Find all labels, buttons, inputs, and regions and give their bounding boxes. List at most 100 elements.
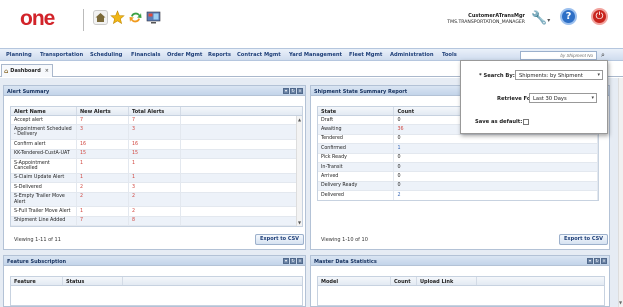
count-cell[interactable]: 0 xyxy=(394,153,598,163)
page-scrollbar[interactable] xyxy=(618,78,623,307)
nav-order-mgmt[interactable]: Order Mgmt xyxy=(167,52,202,58)
nav-administration[interactable]: Administration xyxy=(390,52,434,58)
table-row[interactable]: Tendered 0 xyxy=(318,134,598,145)
new-alerts-cell[interactable]: 1 xyxy=(77,173,129,183)
logout-power-icon[interactable]: ⏻ xyxy=(591,8,608,25)
col-state[interactable]: State xyxy=(318,107,395,115)
table-row[interactable]: S-Appointment Cancelled 1 1 xyxy=(11,159,302,174)
table-row[interactable]: Pick Ready 0 xyxy=(318,153,598,164)
count-cell[interactable]: 2 xyxy=(394,191,598,200)
new-alerts-cell[interactable]: 2 xyxy=(77,183,129,192)
scroll-down-icon[interactable]: ▼ xyxy=(297,220,302,225)
search-icon[interactable]: ⌕ xyxy=(598,51,608,60)
close-icon[interactable]: × xyxy=(297,258,303,264)
table-row[interactable]: Confirm alert 16 16 xyxy=(11,140,302,150)
shipment-search-input[interactable] xyxy=(520,51,597,60)
table-row[interactable]: Confirmed 1 xyxy=(318,144,598,154)
col-total-alerts[interactable]: Total Alerts xyxy=(129,107,181,115)
refresh-icon[interactable]: ↻ xyxy=(290,258,296,264)
col-new-alerts[interactable]: New Alerts xyxy=(77,107,129,115)
new-alerts-cell[interactable]: 3 xyxy=(77,125,129,140)
count-cell[interactable]: 1 xyxy=(394,144,598,153)
screen-icon[interactable] xyxy=(146,10,161,25)
nav-contract-mgmt[interactable]: Contract Mgmt xyxy=(237,52,281,58)
table-row[interactable]: KK-Tendered-CustA-UAT 15 15 xyxy=(11,149,302,160)
total-alerts-cell[interactable]: 2 xyxy=(129,192,181,207)
table-row[interactable]: S-Delivered 2 3 xyxy=(11,183,302,193)
brand-logo[interactable]: one xyxy=(20,7,55,31)
table-row[interactable]: Shipment Line Added 7 8 xyxy=(11,216,302,226)
total-alerts-cell[interactable]: 7 xyxy=(129,116,181,125)
tab-dashboard[interactable]: ⌂ Dashboard × xyxy=(1,64,53,77)
nav-transportation[interactable]: Transportation xyxy=(40,52,83,58)
shipment-export-csv-button[interactable]: Export to CSV xyxy=(559,234,609,245)
total-alerts-cell[interactable]: 3 xyxy=(129,183,181,192)
chevron-down-icon: ▾ xyxy=(591,95,594,101)
new-alerts-cell[interactable]: 7 xyxy=(77,216,129,226)
alert-export-csv-button[interactable]: Export to CSV xyxy=(255,234,305,245)
count-cell[interactable]: 0 xyxy=(394,172,598,181)
new-alerts-cell[interactable]: 15 xyxy=(77,149,129,159)
nav-reports[interactable]: Reports xyxy=(208,52,231,58)
total-alerts-cell[interactable]: 3 xyxy=(129,125,181,140)
nav-tools[interactable]: Tools xyxy=(442,52,457,58)
refresh-icon[interactable] xyxy=(128,10,143,25)
table-row[interactable]: Arrived 0 xyxy=(318,172,598,182)
home-icon[interactable] xyxy=(93,10,108,25)
new-alerts-cell[interactable]: 16 xyxy=(77,140,129,149)
close-icon[interactable]: × xyxy=(601,258,607,264)
total-alerts-cell[interactable]: 15 xyxy=(129,149,181,159)
new-alerts-cell[interactable]: 1 xyxy=(77,159,129,173)
col-upload-link[interactable]: Upload Link xyxy=(417,277,477,285)
settings-wrench-icon[interactable]: 🔧▾ xyxy=(531,11,550,26)
new-alerts-cell[interactable]: 2 xyxy=(77,192,129,207)
star-icon[interactable] xyxy=(110,10,125,25)
nav-financials[interactable]: Financials xyxy=(131,52,160,58)
nav-yard-management[interactable]: Yard Management xyxy=(289,52,342,58)
table-row[interactable]: Appointment Scheduled - Delivery 3 3 xyxy=(11,125,302,141)
table-row[interactable]: test111 xyxy=(11,226,302,227)
scroll-up-icon[interactable]: ▲ xyxy=(297,117,302,122)
table-row[interactable]: Delivered 2 xyxy=(318,191,598,200)
minimize-icon[interactable]: ▾ xyxy=(587,258,593,264)
alert-grid-scrollbar[interactable]: ▲ ▼ xyxy=(296,116,302,226)
minimize-icon[interactable]: ▾ xyxy=(283,88,289,94)
count-cell[interactable]: 0 xyxy=(394,181,598,191)
table-row[interactable]: S-Claim Update Alert 1 1 xyxy=(11,173,302,184)
minimize-icon[interactable]: ▾ xyxy=(283,258,289,264)
nav-scheduling[interactable]: Scheduling xyxy=(90,52,122,58)
table-row[interactable]: Delivery Ready 0 xyxy=(318,181,598,192)
count-cell[interactable]: 0 xyxy=(394,134,598,144)
total-alerts-cell[interactable]: 1 xyxy=(129,226,181,227)
refresh-icon[interactable]: ↻ xyxy=(290,88,296,94)
nav-fleet-mgmt[interactable]: Fleet Mgmt xyxy=(349,52,382,58)
help-icon[interactable]: ? xyxy=(560,8,577,25)
table-row[interactable]: S-Full Trailer Move Alert 1 2 xyxy=(11,207,302,217)
col-count[interactable]: Count xyxy=(391,277,417,285)
new-alerts-cell[interactable]: 7 xyxy=(77,116,129,125)
new-alerts-cell[interactable]: 1 xyxy=(77,226,129,227)
retrieve-for-select[interactable]: Last 30 Days ▾ xyxy=(529,93,597,103)
total-alerts-cell[interactable]: 1 xyxy=(129,173,181,183)
save-default-checkbox[interactable] xyxy=(523,118,529,125)
total-alerts-cell[interactable]: 1 xyxy=(129,159,181,173)
close-icon[interactable]: × xyxy=(45,68,49,74)
new-alerts-cell[interactable]: 1 xyxy=(77,207,129,216)
nav-planning[interactable]: Planning xyxy=(6,52,32,58)
close-icon[interactable]: × xyxy=(297,88,303,94)
col-alert-name[interactable]: Alert Name xyxy=(11,107,77,115)
table-row[interactable]: S-Empty Trailer Move Alert 2 2 xyxy=(11,192,302,208)
col-feature[interactable]: Feature xyxy=(11,277,63,285)
table-row[interactable]: In-Transit 0 xyxy=(318,163,598,173)
col-model[interactable]: Model xyxy=(318,277,391,285)
total-alerts-cell[interactable]: 16 xyxy=(129,140,181,149)
count-cell[interactable]: 0 xyxy=(394,163,598,172)
table-row[interactable]: Accept alert 7 7 xyxy=(11,116,302,126)
chevron-down-icon: ▾ xyxy=(597,72,600,78)
total-alerts-cell[interactable]: 8 xyxy=(129,216,181,226)
scroll-down-icon[interactable]: ▼ xyxy=(618,300,623,305)
search-by-select[interactable]: Shipments: by Shipment ▾ xyxy=(515,70,603,80)
total-alerts-cell[interactable]: 2 xyxy=(129,207,181,216)
refresh-icon[interactable]: ↻ xyxy=(594,258,600,264)
col-status[interactable]: Status xyxy=(63,277,123,285)
